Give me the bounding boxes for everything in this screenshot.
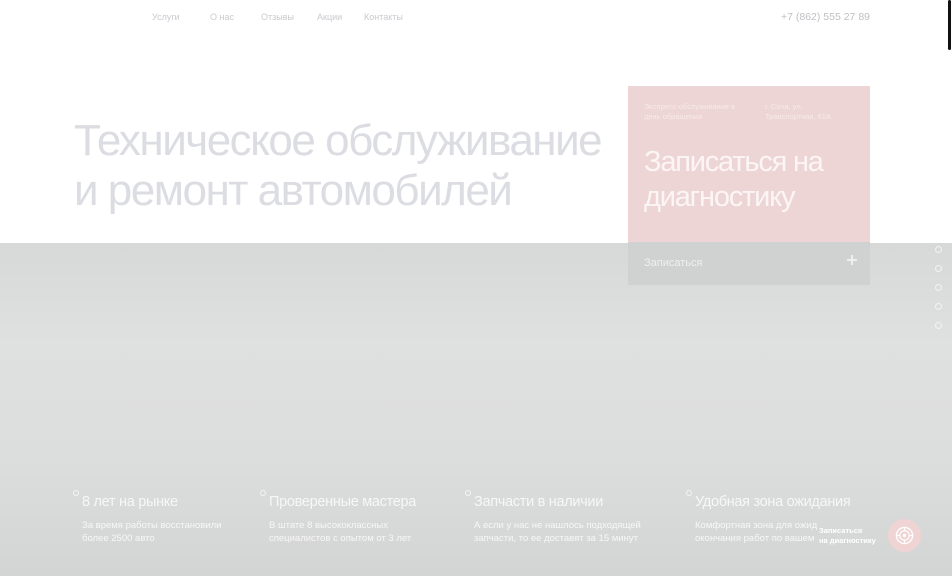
nav-item-promotions[interactable]: Акции: [317, 12, 364, 22]
main-nav: Услуги О нас Отзывы Акции Контакты: [152, 12, 414, 22]
booking-card-title-line-2: диагностику: [644, 181, 795, 213]
nav-item-about[interactable]: О нас: [210, 12, 261, 22]
feature-desc-line-1: А если у нас не нашлось подходящей: [474, 520, 641, 531]
wheel-icon: [895, 526, 914, 545]
plus-icon: [847, 255, 857, 265]
slide-dot-3[interactable]: [935, 284, 942, 291]
feature-desc-line-1: Комфортная зона для ожид: [695, 520, 818, 531]
circle-icon: [73, 490, 79, 496]
book-button-label: Записаться: [644, 257, 703, 269]
feature-desc: Комфортная зона для ожид окончания работ…: [695, 520, 817, 545]
floating-cta-button[interactable]: [888, 519, 921, 552]
scrollbar-thumb[interactable]: [948, 0, 951, 50]
feature-desc: За время работы восстановили более 2500 …: [82, 520, 221, 545]
slide-dot-2[interactable]: [935, 265, 942, 272]
feature-desc: А если у нас не нашлось подходящей запча…: [474, 520, 641, 545]
booking-card: Экспресс-обслуживание в день обращения г…: [628, 86, 870, 242]
feature-title: Проверенные мастера: [269, 494, 417, 510]
booking-card-title-line-1: Записаться на: [644, 146, 824, 178]
feature-title: Запчасти в наличии: [474, 494, 604, 510]
address-note: г. Сочи, ул. Транспортная, 61А: [765, 102, 831, 121]
slide-dot-5[interactable]: [935, 322, 942, 329]
circle-icon: [260, 490, 266, 496]
circle-icon: [465, 490, 471, 496]
page-title-line-2: и ремонт автомобилей: [74, 166, 513, 215]
nav-item-reviews[interactable]: Отзывы: [261, 12, 317, 22]
nav-item-contacts[interactable]: Контакты: [364, 12, 414, 22]
floating-cta-line-1: Записаться: [819, 526, 863, 535]
feature-desc-line-2: окончания работ по вашем: [695, 532, 815, 544]
feature-desc-line-2: специалистов с опытом от 3 лет: [269, 532, 412, 544]
feature-desc-line-2: более 2500 авто: [82, 532, 155, 544]
page-title-line-1: Техническое обслуживание: [74, 116, 603, 165]
feature-title: Удобная зона ожидания: [695, 494, 851, 510]
feature-desc-line-1: В штате 8 высококлассных: [269, 520, 388, 531]
phone-link[interactable]: +7 (862) 555 27 89: [781, 11, 870, 23]
nav-item-services[interactable]: Услуги: [152, 12, 210, 22]
floating-cta-line-2: на диагностику: [819, 536, 876, 545]
feature-desc: В штате 8 высококлассных специалистов с …: [269, 520, 411, 545]
feature-desc-line-2: запчасти, то ее доставят за 15 минут: [474, 532, 638, 544]
page-title: Техническое обслуживание и ремонт автомо…: [74, 116, 603, 216]
feature-title: 8 лет на рынке: [82, 494, 178, 510]
floating-cta-label[interactable]: Записаться на диагностику: [819, 526, 876, 546]
slide-dot-4[interactable]: [935, 303, 942, 310]
feature-desc-line-1: За время работы восстановили: [82, 520, 222, 531]
circle-icon: [686, 490, 692, 496]
book-button[interactable]: Записаться: [628, 242, 870, 285]
express-service-note: Экспресс-обслуживание в день обращения: [644, 102, 736, 121]
slide-dot-1[interactable]: [935, 246, 942, 253]
booking-card-title: Записаться на диагностику: [644, 145, 824, 215]
